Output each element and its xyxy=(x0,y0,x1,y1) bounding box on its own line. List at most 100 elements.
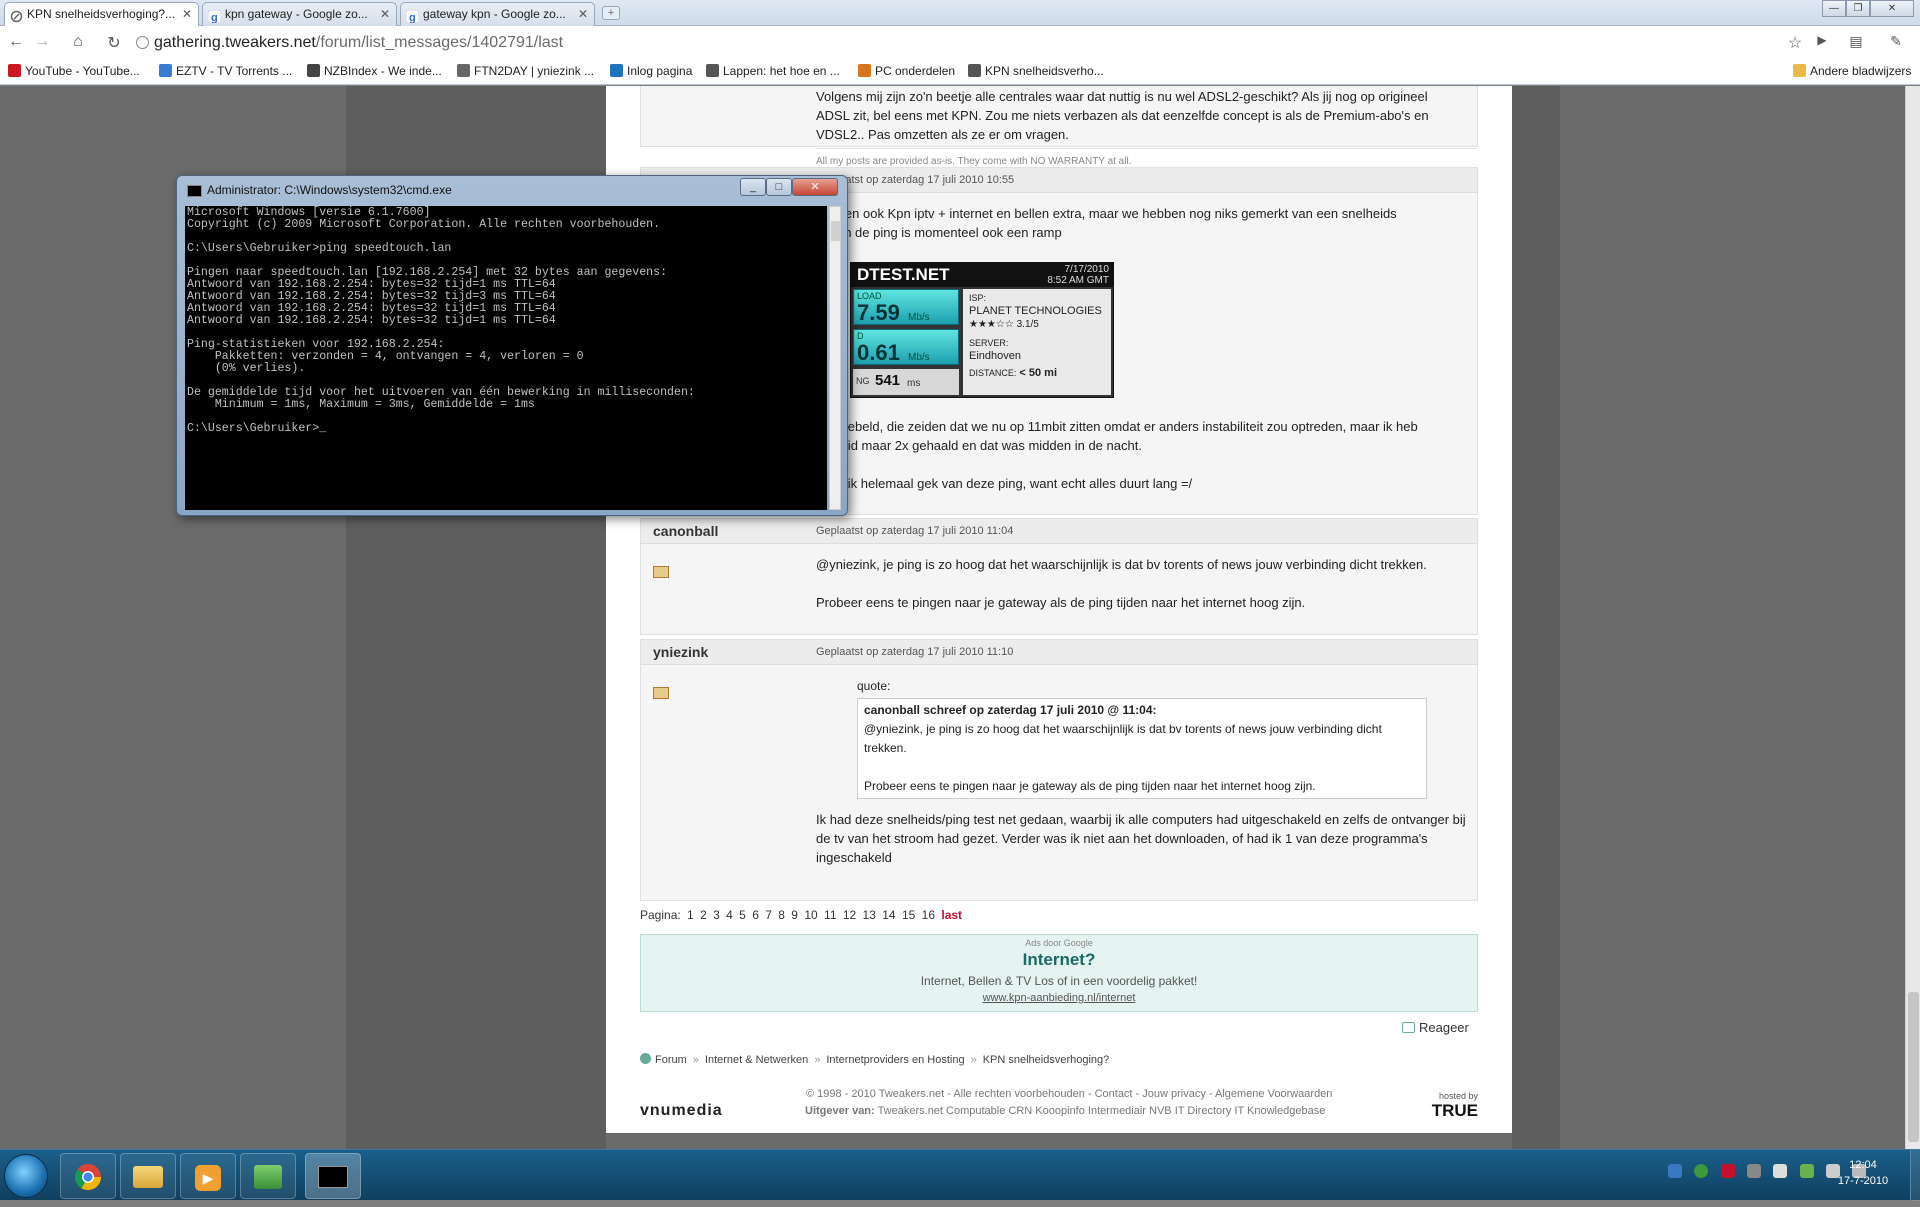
bookmark-nzbindex[interactable]: NZBIndex - We inde... xyxy=(307,64,442,78)
page-link-last[interactable]: last xyxy=(941,908,962,922)
cmd-scrollbar-thumb[interactable] xyxy=(831,221,840,241)
explorer-taskbar-button[interactable] xyxy=(120,1153,176,1199)
action-center-flag-icon[interactable] xyxy=(1773,1164,1788,1178)
page-link[interactable]: 9 xyxy=(791,908,798,922)
page-link[interactable]: 2 xyxy=(700,908,707,922)
post-author[interactable]: canonball xyxy=(653,523,718,539)
media-player-taskbar-button[interactable]: ▶ xyxy=(180,1153,236,1199)
page-link[interactable]: 13 xyxy=(863,908,876,922)
cmd-close-button[interactable]: ✕ xyxy=(792,178,838,196)
page-link[interactable]: 16 xyxy=(922,908,935,922)
tab-gateway-kpn-google[interactable]: g gateway kpn - Google zo... ✕ xyxy=(400,2,595,26)
tray-app-icon[interactable] xyxy=(1799,1164,1814,1178)
close-tab-icon[interactable]: ✕ xyxy=(578,3,588,25)
bookmark-inlog-pagina[interactable]: Inlog pagina xyxy=(610,64,692,78)
new-tab-button[interactable]: + xyxy=(602,6,620,20)
start-button[interactable] xyxy=(4,1154,48,1198)
ad-title[interactable]: Internet? xyxy=(641,950,1477,970)
breadcrumb-internetproviders[interactable]: Internetproviders en Hosting xyxy=(826,1054,964,1066)
post-line: de tv van het stroom had gezet. Verder w… xyxy=(816,831,1428,846)
speedtest-isp: PLANET TECHNOLOGIES xyxy=(969,305,1102,317)
page-link[interactable]: 4 xyxy=(726,908,733,922)
speedtest-server: Eindhoven xyxy=(969,350,1021,362)
wrench-menu-icon[interactable]: ✎ xyxy=(1886,33,1906,50)
scrollbar-thumb[interactable] xyxy=(1908,992,1919,1142)
page-link[interactable]: 15 xyxy=(902,908,915,922)
cmd-scrollbar[interactable] xyxy=(829,206,841,510)
page-right-band xyxy=(1512,86,1560,1149)
page-link[interactable]: 14 xyxy=(882,908,895,922)
download-speed: 7.59 xyxy=(857,300,900,325)
ati-icon[interactable] xyxy=(1720,1164,1735,1178)
media-player-icon: ▶ xyxy=(195,1165,221,1191)
reply-button[interactable]: Reageer xyxy=(1402,1020,1469,1035)
page-link[interactable]: 10 xyxy=(804,908,817,922)
close-window-button[interactable]: ✕ xyxy=(1870,0,1914,17)
tray-app-icon[interactable] xyxy=(1668,1164,1682,1178)
post-line: hebben ook Kpn iptv + internet en bellen… xyxy=(816,206,1397,221)
network-taskbar-button[interactable] xyxy=(240,1153,296,1199)
bookmark-kpn-snelheid[interactable]: KPN snelheidsverho... xyxy=(968,64,1104,78)
page-link[interactable]: 7 xyxy=(765,908,772,922)
page-link[interactable]: 1 xyxy=(687,908,694,922)
post-meta: Geplaatst op zaterdag 17 juli 2010 11:04 xyxy=(816,525,1014,537)
bookmark-lappen[interactable]: Lappen: het hoe en ... xyxy=(706,64,840,78)
tab-kpn-snelheidsverhoging[interactable]: KPN snelheidsverhoging?... ✕ xyxy=(4,2,199,27)
cmd-window[interactable]: Administrator: C:\Windows\system32\cmd.e… xyxy=(176,175,848,516)
tab-kpn-gateway-google[interactable]: g kpn gateway - Google zo... ✕ xyxy=(202,2,397,26)
cmd-console-output[interactable]: Microsoft Windows [versie 6.1.7600] Copy… xyxy=(185,206,827,510)
hosted-by: hosted by TRUE xyxy=(1431,1091,1478,1120)
bookmark-pc-onderdelen[interactable]: PC onderdelen xyxy=(858,64,955,78)
page-scrollbar[interactable] xyxy=(1905,86,1920,1149)
close-tab-icon[interactable]: ✕ xyxy=(182,3,192,25)
post-line: ingeschakeld xyxy=(816,850,892,865)
bookmarks-bar: YouTube - YouTube... EZTV - TV Torrents … xyxy=(0,59,1920,85)
breadcrumb-internet-netwerken[interactable]: Internet & Netwerken xyxy=(705,1054,808,1066)
google-ad-box[interactable]: Ads door Google Internet? Internet, Bell… xyxy=(640,934,1478,1012)
cmd-maximize-button[interactable]: □ xyxy=(766,178,792,196)
bookmark-youtube[interactable]: YouTube - YouTube... xyxy=(8,64,140,78)
youtube-icon xyxy=(8,64,21,77)
cmd-minimize-button[interactable]: _ xyxy=(740,178,766,196)
page-link[interactable]: 6 xyxy=(752,908,759,922)
tweakers-favicon-icon xyxy=(10,8,23,23)
taskbar-clock[interactable]: 12:04 17-7-2010 xyxy=(1818,1157,1908,1189)
show-desktop-button[interactable] xyxy=(1910,1150,1920,1201)
tab-label: gateway kpn - Google zo... xyxy=(423,7,566,21)
google-favicon-icon: g xyxy=(207,8,222,24)
tray-app-icon[interactable] xyxy=(1694,1164,1709,1178)
other-bookmarks[interactable]: Andere bladwijzers xyxy=(1793,64,1911,78)
post-line: Ik had deze snelheids/ping test net geda… xyxy=(816,812,1466,827)
cmd-taskbar-button[interactable] xyxy=(305,1153,361,1199)
ping-value: 541 xyxy=(875,372,901,389)
minimize-window-button[interactable]: — xyxy=(1822,0,1846,17)
reload-icon[interactable]: ↻ xyxy=(104,33,124,53)
page-menu-icon[interactable]: ▤ xyxy=(1846,33,1866,50)
page-link[interactable]: 3 xyxy=(713,908,720,922)
back-arrow-icon[interactable]: ← xyxy=(6,33,26,51)
rating-stars-icon: ★★★☆☆ xyxy=(969,319,1014,330)
footer-copyright: © 1998 - 2010 Tweakers.net - Alle rechte… xyxy=(806,1088,1333,1100)
post-line: ADSL zit, bel eens met KPN. Zou me niets… xyxy=(816,108,1429,123)
page-link[interactable]: 11 xyxy=(824,908,836,922)
ftn-icon xyxy=(457,64,470,77)
bookmark-eztv[interactable]: EZTV - TV Torrents ... xyxy=(159,64,292,78)
forward-arrow-icon[interactable]: → xyxy=(32,33,52,51)
tray-app-icon[interactable] xyxy=(1747,1164,1762,1178)
breadcrumb-topic[interactable]: KPN snelheidsverhoging? xyxy=(983,1054,1110,1066)
breadcrumb-forum[interactable]: Forum xyxy=(655,1054,687,1066)
bookmark-ftn2day[interactable]: FTN2DAY | yniezink ... xyxy=(457,64,594,78)
page-link[interactable]: 8 xyxy=(778,908,785,922)
address-bar[interactable]: gathering.tweakers.net/forum/list_messag… xyxy=(132,30,1787,55)
chrome-taskbar-button[interactable] xyxy=(60,1153,116,1199)
maximize-window-button[interactable]: ❐ xyxy=(1846,0,1870,17)
close-tab-icon[interactable]: ✕ xyxy=(380,3,390,25)
page-link[interactable]: 12 xyxy=(843,908,856,922)
bookmark-star-icon[interactable]: ☆ xyxy=(1785,33,1805,53)
home-icon[interactable]: ⌂ xyxy=(68,33,88,51)
page-link[interactable]: 5 xyxy=(739,908,746,922)
post-author[interactable]: yniezink xyxy=(653,644,708,660)
ad-url[interactable]: www.kpn-aanbieding.nl/internet xyxy=(641,992,1477,1004)
play-icon[interactable]: ▶ xyxy=(1812,33,1832,47)
svg-text:g: g xyxy=(409,12,416,23)
